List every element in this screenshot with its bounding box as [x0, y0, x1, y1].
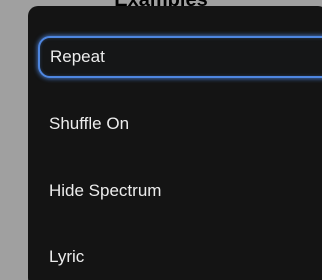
- menu-item-repeat[interactable]: Repeat: [38, 36, 322, 78]
- menu-item-shuffle-on[interactable]: Shuffle On: [37, 103, 322, 145]
- options-menu-panel: Repeat Shuffle On Hide Spectrum Lyric: [28, 6, 322, 280]
- menu-item-lyric[interactable]: Lyric: [37, 236, 322, 278]
- menu-item-hide-spectrum[interactable]: Hide Spectrum: [37, 170, 322, 212]
